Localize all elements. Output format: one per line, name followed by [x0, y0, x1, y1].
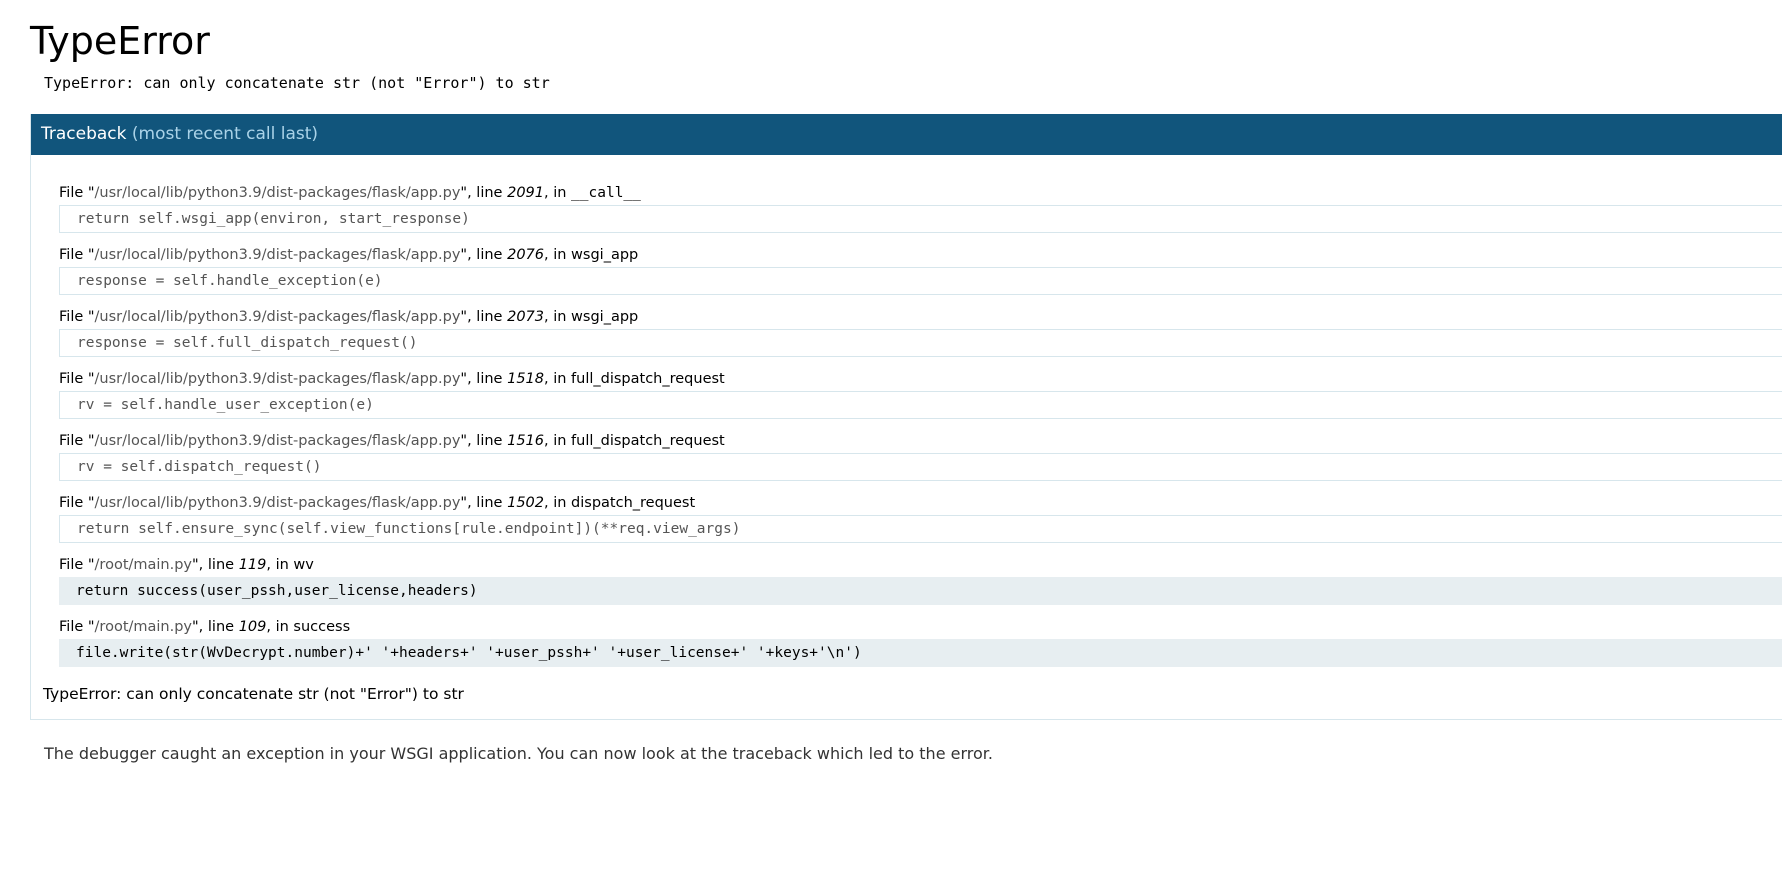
frame-lineno: 109	[238, 619, 267, 635]
traceback-header[interactable]: Traceback (most recent call last)	[31, 114, 1782, 155]
frame-path: /usr/local/lib/python3.9/dist-packages/f…	[94, 371, 461, 387]
frame-line-label: ", line	[460, 433, 508, 449]
frame-function: dispatch_request	[571, 495, 696, 511]
traceback-frame: File "/root/main.py", line 109, in succe…	[59, 612, 1782, 674]
frame-path: /usr/local/lib/python3.9/dist-packages/f…	[94, 495, 461, 511]
frame-path: /usr/local/lib/python3.9/dist-packages/f…	[94, 247, 461, 263]
frame-source-line[interactable]: return self.wsgi_app(environ, start_resp…	[59, 205, 1782, 233]
frame-location: File "/usr/local/lib/python3.9/dist-pack…	[59, 182, 641, 204]
frame-line-label: ", line	[460, 495, 508, 511]
frame-source-line[interactable]: rv = self.dispatch_request()	[59, 453, 1782, 481]
frame-file-prefix: File "	[59, 495, 95, 511]
traceback-frame: File "/usr/local/lib/python3.9/dist-pack…	[59, 426, 1782, 488]
frame-path: /root/main.py	[94, 619, 193, 635]
frame-line-label: ", line	[460, 371, 508, 387]
traceback-frames: File "/usr/local/lib/python3.9/dist-pack…	[59, 178, 1782, 674]
frame-line-label: ", line	[192, 557, 239, 573]
frame-function: __call__	[571, 185, 641, 201]
frame-lineno: 1516	[507, 433, 544, 449]
frame-source-line[interactable]: response = self.handle_exception(e)	[59, 267, 1782, 295]
frame-location: File "/root/main.py", line 109, in succe…	[59, 616, 350, 638]
frame-file-prefix: File "	[59, 619, 95, 635]
debugger-explanation: The debugger caught an exception in your…	[44, 744, 993, 763]
frame-lineno: 119	[238, 557, 267, 573]
frame-path: /root/main.py	[94, 557, 193, 573]
frame-source-line-current[interactable]: file.write(str(WvDecrypt.number)+' '+hea…	[59, 639, 1782, 667]
traceback-frame: File "/usr/local/lib/python3.9/dist-pack…	[59, 364, 1782, 426]
frame-path: /usr/local/lib/python3.9/dist-packages/f…	[94, 433, 461, 449]
frame-file-prefix: File "	[59, 247, 95, 263]
frame-location: File "/usr/local/lib/python3.9/dist-pack…	[59, 492, 695, 514]
frame-path: /usr/local/lib/python3.9/dist-packages/f…	[94, 185, 461, 201]
frame-file-prefix: File "	[59, 433, 95, 449]
traceback-frame: File "/usr/local/lib/python3.9/dist-pack…	[59, 302, 1782, 364]
frame-source-line[interactable]: return self.ensure_sync(self.view_functi…	[59, 515, 1782, 543]
frame-lineno: 2076	[507, 247, 544, 263]
frame-file-prefix: File "	[59, 371, 95, 387]
frame-in-label: , in	[544, 247, 572, 263]
frame-file-prefix: File "	[59, 185, 95, 201]
frame-in-label: , in	[544, 433, 572, 449]
frame-location: File "/usr/local/lib/python3.9/dist-pack…	[59, 430, 725, 452]
frame-lineno: 2073	[507, 309, 544, 325]
traceback-frame: File "/usr/local/lib/python3.9/dist-pack…	[59, 178, 1782, 240]
traceback-frame: File "/root/main.py", line 119, in wv re…	[59, 550, 1782, 612]
frame-location: File "/usr/local/lib/python3.9/dist-pack…	[59, 244, 638, 266]
frame-function: full_dispatch_request	[571, 371, 725, 387]
frame-lineno: 1518	[507, 371, 544, 387]
debugger-page: TypeError TypeError: can only concatenat…	[0, 0, 1782, 881]
traceback-frame: File "/usr/local/lib/python3.9/dist-pack…	[59, 488, 1782, 550]
error-message: TypeError: can only concatenate str (not…	[44, 74, 550, 92]
frame-function: success	[293, 619, 351, 635]
traceback-panel: Traceback (most recent call last) File "…	[30, 114, 1782, 720]
traceback-header-title: Traceback	[41, 124, 127, 144]
traceback-header-hint: (most recent call last)	[131, 124, 319, 144]
frame-source-line[interactable]: response = self.full_dispatch_request()	[59, 329, 1782, 357]
frame-line-label: ", line	[460, 247, 508, 263]
frame-lineno: 2091	[507, 185, 544, 201]
frame-function: wsgi_app	[571, 309, 639, 325]
traceback-footer-message: TypeError: can only concatenate str (not…	[43, 685, 464, 703]
traceback-frame: File "/usr/local/lib/python3.9/dist-pack…	[59, 240, 1782, 302]
frame-function: wv	[293, 557, 314, 573]
frame-line-label: ", line	[460, 309, 508, 325]
frame-in-label: , in	[266, 619, 294, 635]
frame-function: wsgi_app	[571, 247, 639, 263]
frame-in-label: , in	[544, 309, 572, 325]
frame-in-label: , in	[544, 371, 572, 387]
frame-location: File "/root/main.py", line 119, in wv	[59, 554, 314, 576]
frame-source-line-current[interactable]: return success(user_pssh,user_license,he…	[59, 577, 1782, 605]
frame-location: File "/usr/local/lib/python3.9/dist-pack…	[59, 368, 725, 390]
frame-file-prefix: File "	[59, 557, 95, 573]
frame-line-label: ", line	[192, 619, 239, 635]
frame-lineno: 1502	[507, 495, 544, 511]
frame-in-label: , in	[544, 495, 572, 511]
frame-in-label: , in	[266, 557, 294, 573]
frame-source-line[interactable]: rv = self.handle_user_exception(e)	[59, 391, 1782, 419]
frame-line-label: ", line	[460, 185, 508, 201]
frame-function: full_dispatch_request	[571, 433, 725, 449]
frame-file-prefix: File "	[59, 309, 95, 325]
frame-location: File "/usr/local/lib/python3.9/dist-pack…	[59, 306, 638, 328]
frame-path: /usr/local/lib/python3.9/dist-packages/f…	[94, 309, 461, 325]
frame-in-label: , in	[544, 185, 572, 201]
error-title: TypeError	[30, 19, 210, 63]
